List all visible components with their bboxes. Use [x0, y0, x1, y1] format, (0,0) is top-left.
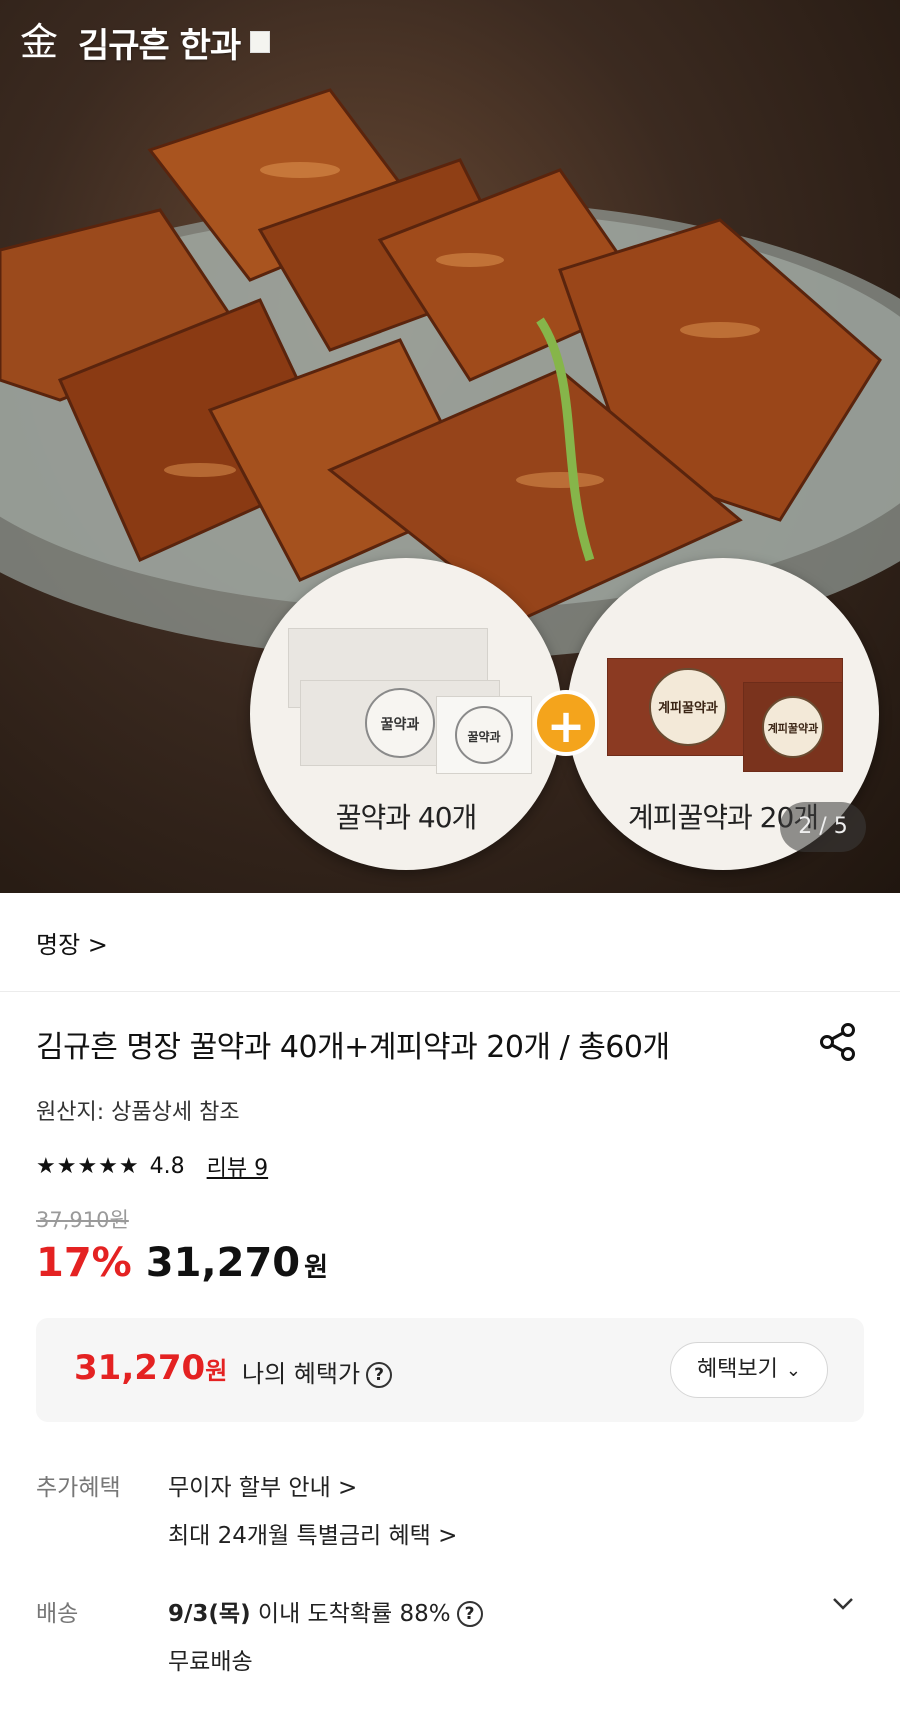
box-label: 꿀약과 — [455, 706, 513, 764]
product-title: 김규흔 명장 꿀약과 40개+계피약과 20개 / 총60개 — [36, 1030, 670, 1065]
benefit-label: 나의 혜택가? — [242, 1354, 393, 1389]
gift-pouch: 꿀약과 — [436, 696, 532, 774]
sale-price: 31,270 — [145, 1240, 301, 1286]
brand-logo: 金 김규흔 한과 — [20, 10, 271, 74]
help-icon[interactable]: ? — [456, 1601, 483, 1627]
brand-mark: 金 — [20, 20, 59, 64]
product-image-carousel[interactable]: 金 김규흔 한과 꿀약과 꿀약과 꿀약과 40개 계피꿀약과 계피꿀약과 계피꿀… — [0, 0, 900, 893]
special-rate-link[interactable]: 최대 24개월 특별금리 혜택 > — [168, 1516, 457, 1550]
box-label: 계피꿀약과 — [762, 696, 824, 758]
view-benefits-button[interactable]: 혜택보기 ⌄ — [669, 1342, 828, 1398]
brand-store-link[interactable]: 명장 > — [36, 925, 108, 960]
origin-info: 원산지: 상품상세 참조 — [36, 1100, 240, 1125]
installment-link[interactable]: 무이자 할부 안내 > — [168, 1468, 357, 1502]
view-benefits-label: 혜택보기 — [696, 1357, 778, 1382]
rating-score: 4.8 — [149, 1153, 185, 1179]
option-badge-left: 꿀약과 꿀약과 꿀약과 40개 — [250, 558, 562, 870]
brand-seal — [250, 31, 271, 53]
delivery-label: 배송 — [36, 1601, 79, 1627]
delivery-probability: 이내 도착확률 88% — [250, 1601, 451, 1627]
section-divider — [0, 991, 900, 992]
price-unit: 원 — [304, 1253, 329, 1283]
plus-icon: + — [533, 690, 599, 756]
benefit-label-text: 나의 혜택가 — [242, 1360, 361, 1388]
price-row: 17% 31,270 원 — [36, 1240, 328, 1286]
shipping-fee: 무료배송 — [168, 1649, 253, 1675]
box-label: 계피꿀약과 — [649, 668, 727, 746]
help-icon[interactable]: ? — [366, 1362, 393, 1388]
chevron-down-icon: ⌄ — [785, 1360, 801, 1381]
carousel-page-indicator: 2 / 5 — [780, 802, 866, 852]
brand-name: 김규흔 한과 — [78, 25, 241, 66]
delivery-estimate: 9/3(목) 이내 도착확률 88%? — [168, 1594, 483, 1628]
star-rating-icon: ★★★★★ — [36, 1153, 140, 1179]
benefit-price-box: 31,270원 나의 혜택가? 혜택보기 ⌄ — [36, 1318, 864, 1422]
benefit-price: 31,270원 — [74, 1348, 227, 1388]
share-icon[interactable] — [816, 1020, 860, 1064]
option-label-left: 꿀약과 40개 — [335, 801, 478, 834]
chevron-down-icon[interactable] — [830, 1590, 856, 1616]
rating-row: ★★★★★ 4.8 리뷰 9 — [36, 1150, 268, 1182]
original-price: 37,910원 — [36, 1208, 129, 1232]
box-label: 꿀약과 — [365, 688, 435, 758]
delivery-date: 9/3(목) — [168, 1601, 251, 1627]
discount-rate: 17% — [36, 1240, 132, 1286]
benefit-price-unit: 원 — [205, 1357, 228, 1385]
gift-pouch: 계피꿀약과 — [743, 682, 843, 772]
extra-benefit-label: 추가혜택 — [36, 1475, 121, 1501]
review-link[interactable]: 리뷰 9 — [207, 1150, 268, 1182]
benefit-price-value: 31,270 — [74, 1348, 206, 1388]
